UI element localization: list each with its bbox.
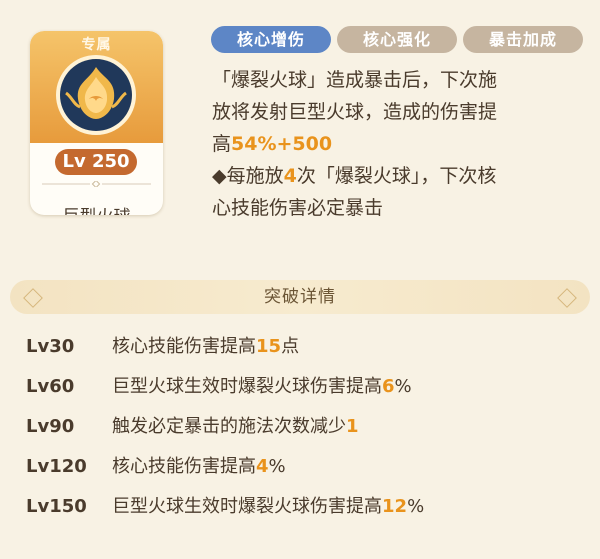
breakthrough-effect: 巨型火球生效时爆裂火球伤害提高6%	[112, 374, 412, 400]
effect-unit: %	[407, 496, 425, 517]
effect-text: 核心技能伤害提高	[112, 456, 256, 477]
desc-line-3: 高54%+500	[212, 128, 590, 160]
tab-core-damage[interactable]: 核心增伤	[211, 26, 331, 53]
breakthrough-effect: 巨型火球生效时爆裂火球伤害提高12%	[112, 494, 424, 520]
effect-text: 触发必定暴击的施法次数减少	[112, 416, 346, 437]
breakthrough-level: Lv30	[26, 336, 75, 357]
effect-text: 巨型火球生效时爆裂火球伤害提高	[112, 376, 382, 397]
effect-text: 巨型火球生效时爆裂火球伤害提高	[112, 496, 382, 517]
tab-core-enhance[interactable]: 核心强化	[337, 26, 457, 53]
effect-text: 核心技能伤害提高	[112, 336, 256, 357]
skill-detail-panel: 专属 Lv 250 巨型火球 核心增伤 核心强化 暴击加成 「爆裂火球」造成暴击…	[0, 0, 600, 559]
breakthrough-effect: 触发必定暴击的施法次数减少1	[112, 414, 359, 440]
effect-value: 1	[346, 416, 359, 437]
breakthrough-header: 突破详情	[10, 280, 590, 314]
skill-card[interactable]: 专属 Lv 250 巨型火球	[30, 31, 163, 215]
desc-line-5: 心技能伤害必定暴击	[212, 197, 384, 219]
breakthrough-level: Lv120	[26, 456, 87, 477]
breakthrough-effect: 核心技能伤害提高4%	[112, 454, 286, 480]
breakthrough-level: Lv90	[26, 416, 75, 437]
effect-value: 15	[256, 336, 282, 357]
desc-value: 54%	[231, 133, 277, 155]
effect-unit: 点	[281, 336, 300, 357]
breakthrough-level: Lv60	[26, 376, 75, 397]
desc-text: 次「爆裂火球」，下次核	[296, 165, 497, 187]
skill-name: 巨型火球	[30, 202, 163, 215]
breakthrough-level: Lv150	[26, 496, 87, 517]
card-divider	[42, 181, 151, 187]
card-header: 专属	[30, 31, 163, 143]
effect-value: 4	[256, 456, 269, 477]
effect-unit: %	[268, 456, 286, 477]
desc-text: ◆每施放	[212, 165, 284, 187]
desc-line-4: ◆每施放4次「爆裂火球」，下次核	[212, 160, 590, 192]
fireball-icon	[56, 55, 136, 135]
effect-value: 6	[382, 376, 395, 397]
desc-value: 4	[283, 165, 297, 187]
tab-crit-bonus[interactable]: 暴击加成	[463, 26, 583, 53]
breakthrough-effect: 核心技能伤害提高15点	[112, 334, 299, 360]
breakthrough-title: 突破详情	[264, 287, 336, 307]
desc-text: 高	[212, 133, 232, 155]
desc-value: +500	[276, 133, 333, 155]
effect-value: 12	[382, 496, 408, 517]
effect-unit: %	[394, 376, 412, 397]
exclusive-tag: 专属	[81, 37, 112, 53]
desc-line-2: 放将发射巨型火球，造成的伤害提	[212, 101, 498, 123]
skill-level-badge: Lv 250	[55, 149, 137, 175]
desc-line-1: 「爆裂火球」造成暴击后，下次施	[212, 69, 498, 91]
skill-description: 「爆裂火球」造成暴击后，下次施 放将发射巨型火球，造成的伤害提 高54%+500…	[212, 64, 590, 224]
